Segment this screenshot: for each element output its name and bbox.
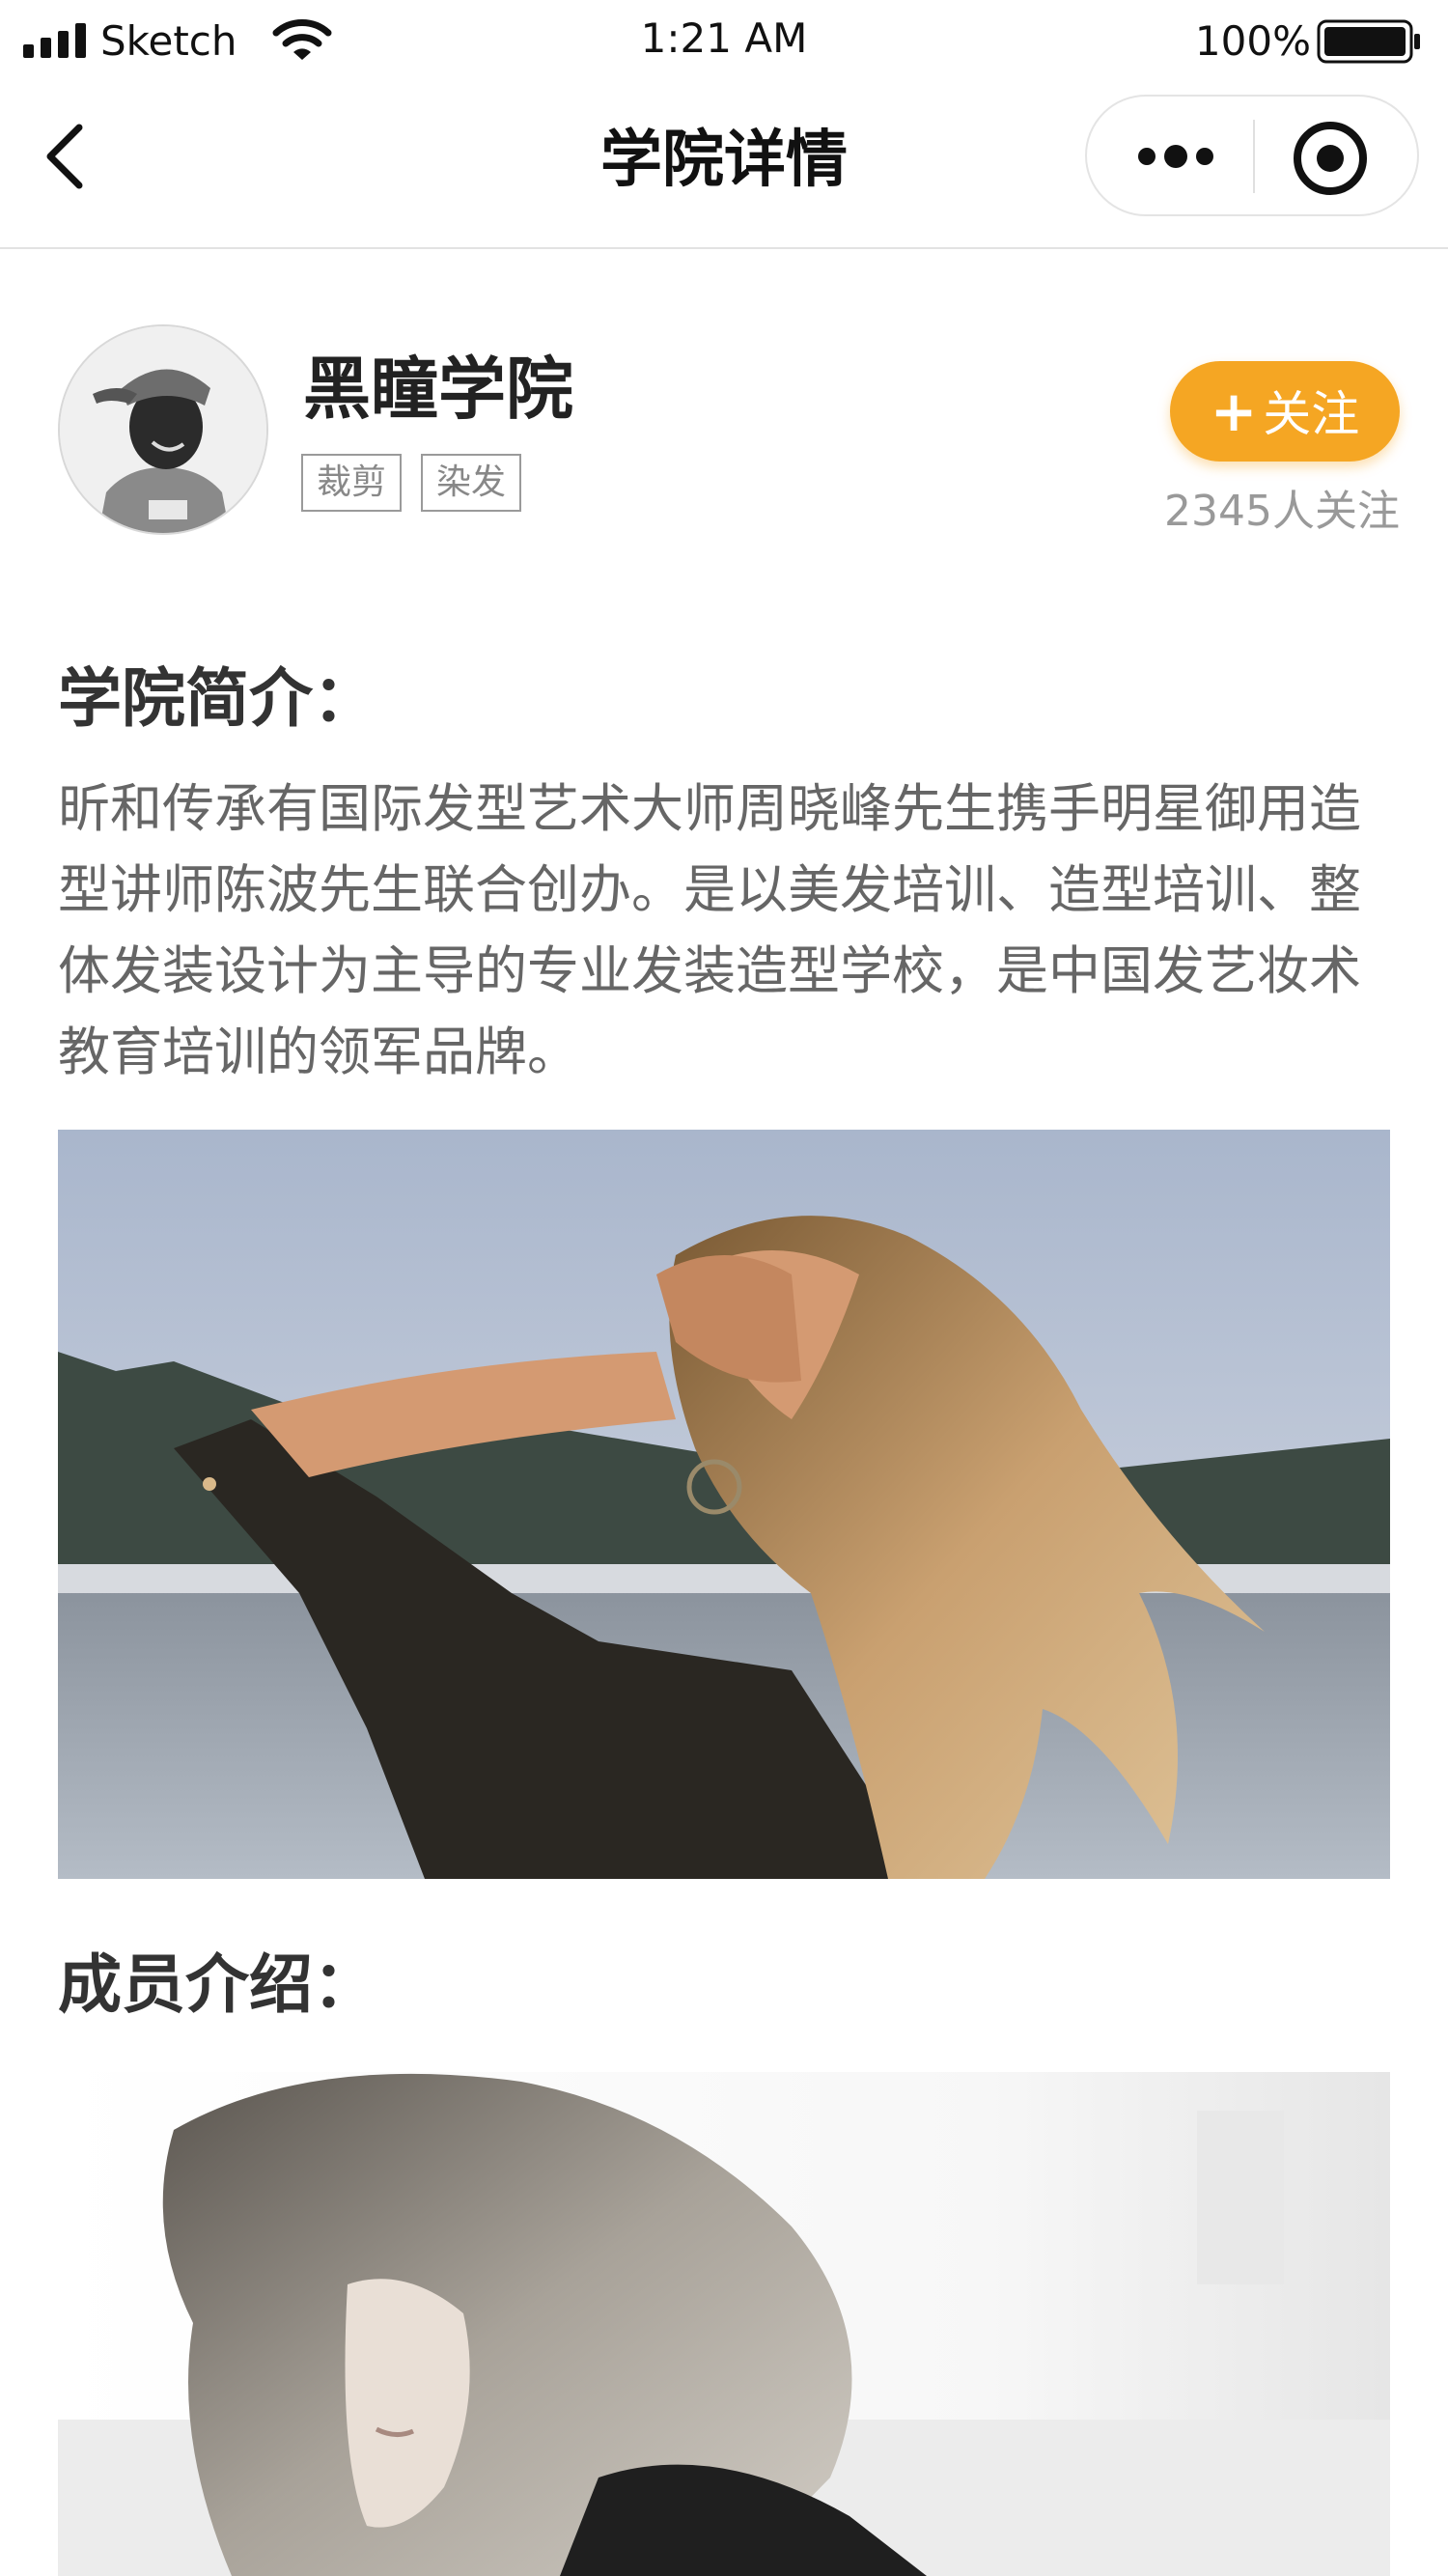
tag-dyeing[interactable]: 染发 (421, 454, 522, 512)
woman-hair-lake-image (58, 1130, 1390, 1879)
member-photo (58, 2072, 1390, 2576)
plus-icon: + (1210, 378, 1258, 444)
follow-button[interactable]: + 关注 (1170, 361, 1400, 462)
status-bar: Sketch 1:21 AM 100% (0, 0, 1448, 87)
intro-photo (58, 1130, 1390, 1879)
app-screen: Sketch 1:21 AM 100% 学院详情 黑瞳学院 裁剪 染发 + 关注… (0, 0, 1448, 2576)
intro-paragraph: 昕和传承有国际发型艺术大师周晓峰先生携手明星御用造型讲师陈波先生联合创办。是以美… (58, 778, 1361, 1082)
capsule-divider (1253, 120, 1255, 193)
battery-percent: 100% (1194, 17, 1311, 65)
intro-heading: 学院简介： (58, 661, 376, 736)
battery-icon (1317, 19, 1420, 64)
academy-name: 黑瞳学院 (303, 350, 573, 429)
members-heading: 成员介绍： (58, 1947, 376, 2022)
follow-label: 关注 (1263, 386, 1360, 442)
woman-grey-hair-image (58, 2072, 1390, 2576)
more-dots-icon[interactable] (1126, 124, 1226, 189)
nav-bar: 学院详情 (0, 87, 1448, 249)
close-target-icon[interactable] (1290, 118, 1371, 199)
tag-cutting[interactable]: 裁剪 (301, 454, 403, 512)
mini-program-capsule (1085, 95, 1419, 216)
tag-list: 裁剪 染发 (301, 454, 522, 512)
follower-count: 2345人关注 (1164, 487, 1400, 536)
avatar-portrait-image (60, 326, 266, 533)
academy-avatar[interactable] (58, 324, 268, 535)
